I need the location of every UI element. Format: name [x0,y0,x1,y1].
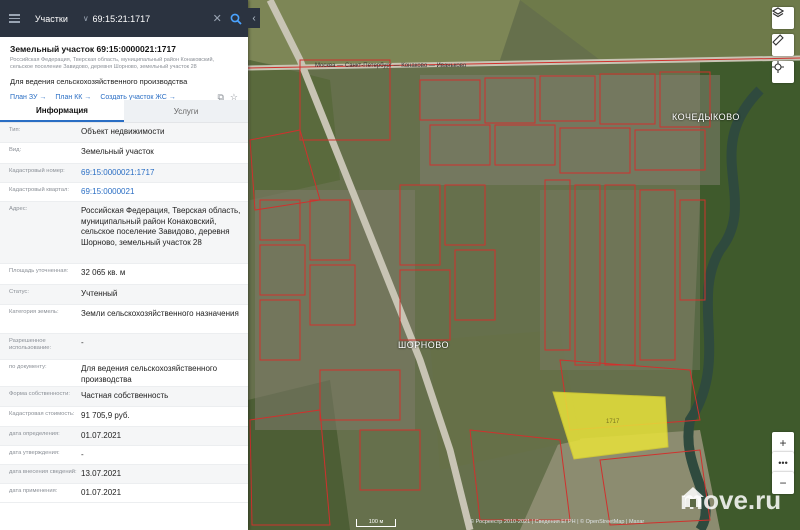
chevron-left-icon: ‹ [252,12,256,24]
measure-button[interactable] [772,34,794,56]
menu-icon[interactable] [0,0,29,37]
info-panel: Участки ∨ ✕ Земельный участок 69:15:0000… [0,0,248,530]
village-label-shornovo: ШОРНОВО [398,340,449,350]
locate-button[interactable] [772,61,794,83]
layers-icon [772,7,784,18]
village-label-kochedykovo: КОЧЕДЫКОВО [672,112,740,122]
app-root: Москва — Санкт-Петербург — Конаково — Ив… [0,0,800,530]
map-attribution: © Росреестр 2010-2021 | Сведения ЕГРН | … [470,519,645,525]
property-row-cadastral-number: Кадастровый номер: 69:15:0000021:1717 [0,164,248,183]
layers-button[interactable] [772,7,794,29]
ruler-icon [772,34,784,46]
property-row-date-applied: дата применения: 01.07.2021 [0,484,248,503]
search-input[interactable] [92,13,210,24]
object-header: Земельный участок 69:15:0000021:1717 Рос… [0,37,248,103]
panel-tabs: Информация Услуги [0,100,248,123]
property-row-by-document: по документу: Для ведения сельскохозяйст… [0,360,248,387]
chevron-down-icon[interactable]: ∨ [79,14,92,23]
property-row-permitted-use: Разрешенное использование: - [0,334,248,360]
properties-table: Тип: Объект недвижимости Вид: Земельный … [0,123,248,503]
property-row-kind: Вид: Земельный участок [0,143,248,164]
property-row-date-determined: дата определения: 01.07.2021 [0,427,248,446]
search-type-select[interactable]: Участки [29,14,79,24]
zoom-out-button[interactable]: − [772,472,794,494]
close-icon[interactable]: ✕ [210,12,225,25]
property-row-land-category: Категория земель: Земли сельскохозяйстве… [0,305,248,334]
zoom-in-button[interactable]: + [772,432,794,454]
more-dots-icon: ••• [778,458,788,468]
object-title: Земельный участок 69:15:0000021:1717 [10,44,176,54]
property-row-address: Адрес: Российская Федерация, Тверская об… [0,202,248,264]
property-row-date-entered: дата внесения сведений: 13.07.2021 [0,465,248,484]
property-row-area: Площадь уточненная: 32 065 кв. м [0,264,248,285]
map-scale: 100 м [356,519,396,527]
property-row-ownership: Форма собственности: Частная собственнос… [0,387,248,407]
watermark-logo: move.ru [680,485,781,516]
search-icon[interactable] [225,0,248,37]
object-address: Российская Федерация, Тверская область, … [10,57,215,70]
plus-icon: + [779,436,787,450]
tab-info[interactable]: Информация [0,100,124,122]
property-row-type: Тип: Объект недвижимости [0,123,248,143]
road-label: Москва — Санкт-Петербург — Конаково — Ив… [315,63,467,69]
tab-services[interactable]: Услуги [124,100,248,122]
property-row-cadastral-value: Кадастровая стоимость: 91 705,9 руб. [0,407,248,427]
property-row-date-approved: дата утверждения: - [0,446,248,465]
map-more-button[interactable]: ••• [772,452,794,474]
property-row-status: Статус: Учтенный [0,285,248,305]
house-icon [682,487,704,507]
search-bar: Участки ∨ ✕ [0,0,248,37]
parcel-label: 1717 [606,419,620,425]
property-row-cadastral-quarter: Кадастровый квартал: 69:15:0000021 [0,183,248,202]
collapse-panel-button[interactable]: ‹ [248,8,260,28]
object-purpose: Для ведения сельскохозяйственного произв… [10,77,188,86]
crosshair-icon [772,61,784,73]
minus-icon: − [779,476,787,490]
